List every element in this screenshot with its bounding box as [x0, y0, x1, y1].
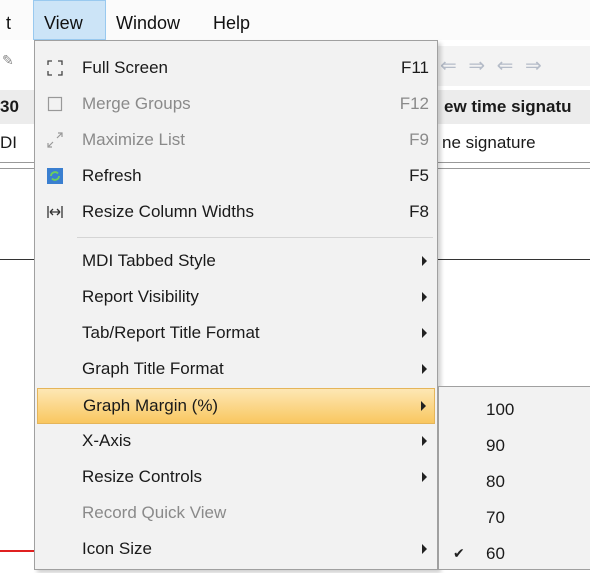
- menu-item-graph-margin[interactable]: Graph Margin (%): [37, 388, 435, 424]
- menu-item-resize-controls[interactable]: Resize Controls: [37, 460, 435, 496]
- divider: [0, 162, 34, 169]
- toolbar-icon-partial[interactable]: ✎: [2, 52, 14, 69]
- menu-item-merge-groups[interactable]: Merge Groups F12: [37, 87, 435, 123]
- column-header[interactable]: ew time signatu: [438, 90, 590, 124]
- divider: [438, 162, 590, 169]
- graph-line: [0, 550, 34, 552]
- submenu-arrow-icon: [421, 401, 426, 411]
- menu-item-label: Full Screen: [82, 58, 168, 77]
- column-header[interactable]: 30: [0, 90, 34, 124]
- submenu-item-label: 60: [486, 544, 505, 563]
- submenu-arrow-icon: [422, 472, 427, 482]
- shortcut-label: F9: [409, 130, 429, 149]
- menu-bar: t View Window Help: [0, 0, 590, 40]
- menu-window[interactable]: Window: [116, 0, 202, 40]
- menu-item-label: Resize Controls: [82, 467, 202, 486]
- menu-item-label: Merge Groups: [82, 94, 191, 113]
- menu-item-label: Tab/Report Title Format: [82, 323, 260, 342]
- column-header-label: ew time signatu: [444, 97, 572, 116]
- graph-margin-submenu: 100 90 80 70 ✔ 60: [438, 386, 590, 570]
- submenu-arrow-icon: [422, 256, 427, 266]
- menu-item-x-axis[interactable]: X-Axis: [37, 424, 435, 460]
- menu-item-full-screen[interactable]: Full Screen F11: [37, 51, 435, 87]
- submenu-item-margin[interactable]: 90: [439, 429, 590, 465]
- menu-item-label: Graph Title Format: [82, 359, 224, 378]
- shortcut-label: F5: [409, 166, 429, 185]
- menu-item-label: Maximize List: [82, 130, 185, 149]
- table-cell: ne signature: [438, 128, 590, 158]
- back-arrow-icon[interactable]: ⇐: [440, 55, 457, 77]
- menu-item-label: MDI Tabbed Style: [82, 251, 216, 270]
- submenu-item-margin[interactable]: 70: [439, 501, 590, 537]
- menu-item-record-quick-view[interactable]: Record Quick View: [37, 496, 435, 532]
- menu-item-resize-column-widths[interactable]: Resize Column Widths F8: [37, 195, 435, 231]
- submenu-item-label: 70: [486, 508, 505, 527]
- menu-separator: [77, 237, 433, 238]
- menu-item-icon-size[interactable]: Icon Size: [37, 532, 435, 568]
- submenu-item-label: 90: [486, 436, 505, 455]
- table-cell: DI: [0, 133, 17, 152]
- submenu-item-margin[interactable]: 80: [439, 465, 590, 501]
- menu-item-refresh[interactable]: Refresh F5: [37, 159, 435, 195]
- menu-item-label: Refresh: [82, 166, 142, 185]
- back-arrow-icon[interactable]: ⇐: [497, 55, 514, 77]
- shortcut-label: F8: [409, 202, 429, 221]
- shortcut-label: F12: [399, 94, 429, 113]
- menu-item-maximize-list[interactable]: Maximize List F9: [37, 123, 435, 159]
- divider: [0, 259, 34, 260]
- menu-view[interactable]: View: [33, 0, 106, 40]
- forward-arrow-icon[interactable]: ⇒: [525, 55, 542, 77]
- submenu-arrow-icon: [422, 364, 427, 374]
- menu-item-graph-title-format[interactable]: Graph Title Format: [37, 352, 435, 388]
- shortcut-label: F11: [400, 58, 429, 77]
- submenu-item-label: 100: [486, 400, 515, 419]
- submenu-item-margin[interactable]: 100: [439, 393, 590, 429]
- menu-item-label: X-Axis: [82, 431, 132, 450]
- menu-item-mdi-tabbed-style[interactable]: MDI Tabbed Style: [37, 244, 435, 280]
- menu-item-tab-report-title-format[interactable]: Tab/Report Title Format: [37, 316, 435, 352]
- submenu-arrow-icon: [422, 436, 427, 446]
- menu-item-label: Icon Size: [82, 539, 152, 558]
- menu-item-label: Graph Margin (%): [83, 396, 219, 415]
- menu-item-label: Report Visibility: [82, 287, 199, 306]
- maximize-icon: [45, 131, 65, 151]
- forward-arrow-icon[interactable]: ⇒: [468, 55, 485, 77]
- menu-item-label: Resize Column Widths: [82, 202, 254, 221]
- submenu-arrow-icon: [422, 292, 427, 302]
- menu-edit-partial[interactable]: t: [0, 0, 26, 40]
- submenu-arrow-icon: [422, 544, 427, 554]
- refresh-icon: [45, 167, 65, 187]
- checkbox-icon: [45, 95, 65, 115]
- table-cell-text: ne signature: [442, 133, 536, 152]
- resize-columns-icon: [45, 203, 65, 223]
- fullscreen-icon: [45, 59, 65, 79]
- divider: [438, 259, 590, 260]
- menu-item-label: Record Quick View: [82, 503, 227, 522]
- menu-item-report-visibility[interactable]: Report Visibility: [37, 280, 435, 316]
- submenu-item-label: 80: [486, 472, 505, 491]
- view-menu-dropdown: Full Screen F11 Merge Groups F12 Maximiz…: [34, 40, 438, 570]
- toolbar: ⇐ ⇒ ⇐ ⇒: [434, 46, 590, 86]
- checkmark-icon: ✔: [453, 545, 465, 561]
- submenu-arrow-icon: [422, 328, 427, 338]
- menu-help[interactable]: Help: [213, 0, 263, 40]
- submenu-item-margin-selected[interactable]: ✔ 60: [439, 537, 590, 573]
